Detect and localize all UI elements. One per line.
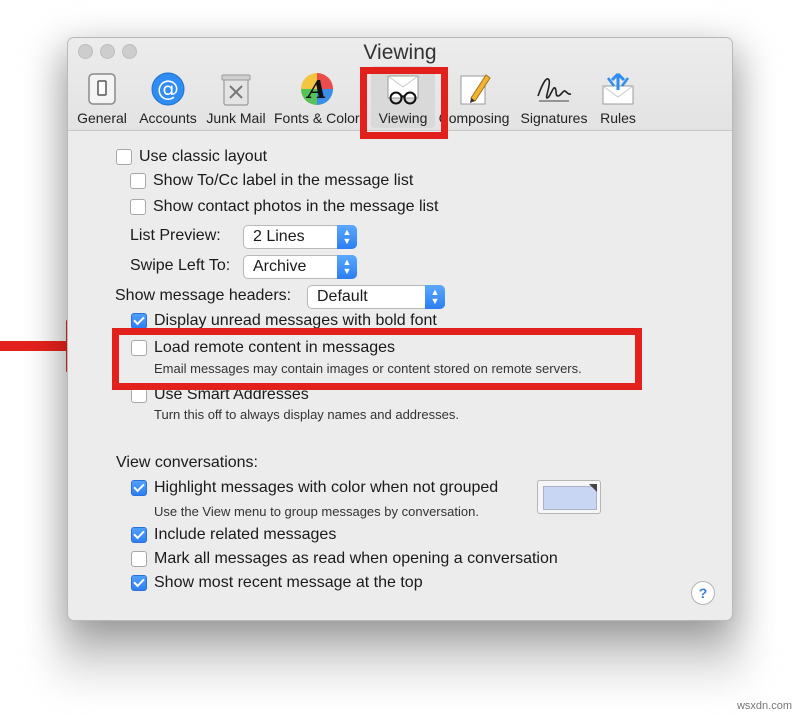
rules-envelope-icon: [602, 72, 634, 105]
show-contact-photos-checkbox[interactable]: [130, 199, 146, 215]
swipe-left-label: Swipe Left To:: [130, 257, 231, 274]
annotation-box-viewing-tab: [360, 67, 448, 139]
highlight-checkbox[interactable]: [131, 480, 147, 496]
toolbar-label: Signatures: [520, 110, 588, 126]
message-headers-select[interactable]: Default ▲ ▼: [307, 285, 445, 309]
mark-read-label: Mark all messages as read when opening a…: [154, 550, 558, 567]
swipe-left-select[interactable]: Archive ▲ ▼: [243, 255, 357, 279]
pencil-icon: [460, 74, 491, 105]
include-related-checkbox[interactable]: [131, 527, 147, 543]
svg-text:@: @: [157, 77, 179, 102]
select-arrows-icon: ▲ ▼: [425, 285, 445, 309]
bold-unread-checkbox[interactable]: [131, 313, 147, 329]
trash-bin-icon: [221, 74, 251, 106]
toolbar-fonts-colors[interactable]: A Fonts & Colors: [274, 68, 367, 128]
highlight-row[interactable]: Highlight messages with color when not g…: [131, 479, 498, 497]
toolbar-junk-mail[interactable]: Junk Mail: [204, 68, 268, 128]
color-picker-corner-icon: [589, 484, 597, 492]
svg-text:A: A: [306, 75, 327, 104]
at-sign-icon: @: [151, 72, 185, 106]
show-contact-photos-row[interactable]: Show contact photos in the message list: [130, 198, 439, 216]
annotation-arrow-shaft: [0, 341, 72, 351]
toolbar-label: Accounts: [139, 110, 197, 126]
view-conversations-heading: View conversations:: [116, 454, 258, 471]
message-headers-value: Default: [317, 288, 368, 305]
include-related-label: Include related messages: [154, 526, 337, 543]
help-button[interactable]: ?: [691, 581, 715, 605]
list-preview-select[interactable]: 2 Lines ▲ ▼: [243, 225, 357, 249]
window-title: Viewing: [363, 41, 437, 64]
message-headers-label: Show message headers:: [115, 287, 292, 304]
signature-icon: [537, 78, 572, 102]
select-arrows-icon: ▲ ▼: [337, 225, 357, 249]
classic-layout-row[interactable]: Use classic layout: [116, 148, 267, 166]
most-recent-top-label: Show most recent message at the top: [154, 574, 423, 591]
highlight-color-well[interactable]: [537, 480, 601, 514]
annotation-box-remote-content: [112, 328, 642, 390]
toolbar-general[interactable]: General: [76, 68, 128, 128]
mark-read-row[interactable]: Mark all messages as read when opening a…: [131, 550, 558, 568]
toolbar-label: Fonts & Colors: [274, 110, 367, 126]
toolbar-composing[interactable]: Composing: [438, 68, 510, 128]
toolbar-label: General: [77, 110, 127, 126]
toolbar-label: Rules: [600, 110, 636, 126]
general-icon: [88, 73, 116, 105]
font-color-icon: A: [301, 73, 333, 105]
classic-layout-label: Use classic layout: [139, 148, 268, 165]
list-preview-value: 2 Lines: [253, 228, 305, 245]
show-contact-photos-label: Show contact photos in the message list: [153, 198, 439, 215]
toolbar-signatures[interactable]: Signatures: [516, 68, 592, 128]
toolbar-label: Composing: [438, 110, 510, 126]
show-tocc-label: Show To/Cc label in the message list: [153, 172, 414, 189]
highlight-description: Use the View menu to group messages by c…: [154, 504, 479, 519]
show-tocc-row[interactable]: Show To/Cc label in the message list: [130, 172, 413, 190]
mark-read-checkbox[interactable]: [131, 551, 147, 567]
toolbar-accounts[interactable]: @ Accounts: [134, 68, 202, 128]
toolbar-label: Junk Mail: [206, 110, 266, 126]
smart-addresses-description: Turn this off to always display names an…: [154, 407, 459, 422]
watermark: wsxdn.com: [736, 700, 792, 712]
show-tocc-checkbox[interactable]: [130, 173, 146, 189]
list-preview-label: List Preview:: [130, 227, 221, 244]
classic-layout-checkbox[interactable]: [116, 149, 132, 165]
most-recent-top-row[interactable]: Show most recent message at the top: [131, 574, 423, 592]
swipe-left-value: Archive: [253, 258, 307, 275]
highlight-label: Highlight messages with color when not g…: [154, 479, 499, 496]
most-recent-top-checkbox[interactable]: [131, 575, 147, 591]
select-arrows-icon: ▲ ▼: [337, 255, 357, 279]
toolbar-rules[interactable]: Rules: [596, 68, 640, 128]
include-related-row[interactable]: Include related messages: [131, 526, 336, 544]
